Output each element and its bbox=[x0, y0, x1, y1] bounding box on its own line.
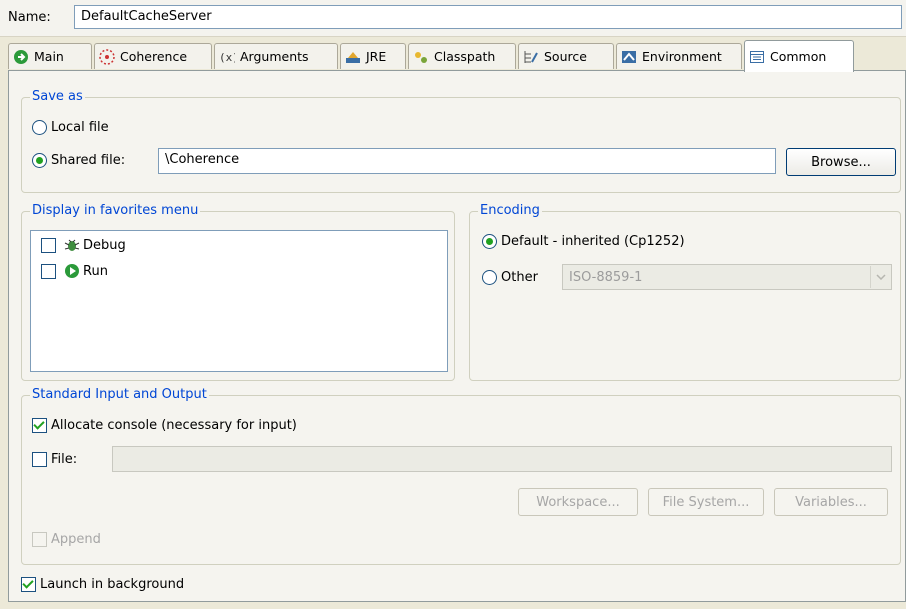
append-label: Append bbox=[51, 532, 101, 547]
tab-label: Main bbox=[34, 49, 64, 64]
append-checkbox[interactable]: Append bbox=[32, 532, 101, 547]
list-item[interactable]: Debug bbox=[41, 237, 126, 253]
encoding-group: Encoding Default - inherited (Cp1252) Ot… bbox=[469, 203, 901, 381]
std-io-title: Standard Input and Output bbox=[30, 387, 209, 402]
tab-environment[interactable]: Environment bbox=[616, 43, 742, 69]
common-tab-panel: Save as Local file Shared file: \Coheren… bbox=[8, 70, 906, 602]
tab-label: Arguments bbox=[240, 49, 309, 64]
save-as-title: Save as bbox=[30, 89, 85, 104]
encoding-other-select[interactable]: ISO-8859-1 bbox=[562, 264, 892, 290]
svg-text:(x): (x) bbox=[219, 51, 235, 64]
file-check bbox=[32, 452, 47, 467]
environment-icon bbox=[621, 49, 637, 65]
append-check bbox=[32, 532, 47, 547]
allocate-console-check bbox=[32, 418, 47, 433]
encoding-default-radio[interactable]: Default - inherited (Cp1252) bbox=[482, 234, 685, 249]
encoding-title: Encoding bbox=[478, 203, 542, 218]
local-file-radio[interactable]: Local file bbox=[32, 120, 109, 135]
shared-file-label: Shared file: bbox=[51, 153, 126, 168]
encoding-default-radio-circle bbox=[482, 234, 497, 249]
main-icon bbox=[13, 49, 29, 65]
arguments-icon: (x) bbox=[219, 49, 239, 65]
launch-background-check bbox=[21, 577, 36, 592]
coherence-icon bbox=[99, 48, 115, 65]
name-row: Name: DefaultCacheServer bbox=[0, 0, 906, 37]
tab-label: Environment bbox=[642, 49, 722, 64]
workspace-button[interactable]: Workspace... bbox=[518, 488, 638, 516]
browse-button[interactable]: Browse... bbox=[786, 148, 896, 176]
tab-label: Source bbox=[544, 49, 587, 64]
tab-label: JRE bbox=[366, 49, 387, 64]
tab-arguments[interactable]: (x) Arguments bbox=[214, 43, 338, 69]
jre-icon bbox=[345, 49, 361, 65]
encoding-other-label: Other bbox=[501, 270, 538, 285]
tab-label: Common bbox=[770, 49, 827, 64]
tab-main[interactable]: Main bbox=[8, 43, 92, 69]
tab-common[interactable]: Common bbox=[744, 40, 854, 72]
encoding-other-radio[interactable]: Other bbox=[482, 270, 538, 285]
file-path-input[interactable] bbox=[112, 446, 892, 472]
debug-checkbox[interactable] bbox=[41, 237, 56, 253]
encoding-other-value: ISO-8859-1 bbox=[569, 269, 643, 285]
encoding-default-label: Default - inherited (Cp1252) bbox=[501, 234, 685, 249]
favorites-title: Display in favorites menu bbox=[30, 203, 201, 218]
launch-background-label: Launch in background bbox=[40, 577, 185, 592]
launch-background-checkbox[interactable]: Launch in background bbox=[21, 577, 184, 592]
source-icon bbox=[523, 49, 539, 65]
run-label: Run bbox=[83, 263, 108, 279]
allocate-console-checkbox[interactable]: Allocate console (necessary for input) bbox=[32, 418, 297, 433]
common-icon bbox=[749, 49, 765, 65]
list-item[interactable]: Run bbox=[41, 263, 108, 279]
allocate-console-label: Allocate console (necessary for input) bbox=[51, 418, 297, 433]
tab-jre[interactable]: JRE bbox=[340, 43, 406, 69]
save-as-group: Save as Local file Shared file: \Coheren… bbox=[21, 89, 901, 193]
tab-classpath[interactable]: Classpath bbox=[408, 43, 516, 69]
shared-file-radio[interactable]: Shared file: bbox=[32, 153, 125, 168]
chevron-down-icon bbox=[870, 266, 891, 288]
tab-label: Classpath bbox=[434, 49, 496, 64]
run-icon bbox=[64, 263, 80, 279]
tab-label: Coherence bbox=[120, 49, 188, 64]
shared-file-radio-circle bbox=[32, 153, 47, 168]
favorites-list: Debug Run bbox=[30, 230, 448, 372]
debug-icon bbox=[64, 237, 80, 253]
tab-source[interactable]: Source bbox=[518, 43, 614, 69]
local-file-label: Local file bbox=[51, 120, 109, 135]
local-file-radio-circle bbox=[32, 120, 47, 135]
name-label: Name: bbox=[8, 10, 51, 25]
tab-bar: Main Coherence (x) Arguments JRE Classpa… bbox=[8, 40, 906, 72]
run-checkbox[interactable] bbox=[41, 263, 56, 279]
favorites-group: Display in favorites menu Debug Run bbox=[21, 203, 455, 381]
shared-file-input[interactable]: \Coherence bbox=[158, 148, 776, 174]
file-system-button[interactable]: File System... bbox=[648, 488, 764, 516]
classpath-icon bbox=[413, 49, 429, 65]
file-checkbox[interactable]: File: bbox=[32, 452, 77, 467]
name-input[interactable]: DefaultCacheServer bbox=[74, 5, 902, 29]
tab-coherence[interactable]: Coherence bbox=[94, 43, 212, 69]
file-label: File: bbox=[51, 452, 78, 467]
debug-label: Debug bbox=[83, 237, 126, 253]
variables-button[interactable]: Variables... bbox=[774, 488, 888, 516]
std-io-group: Standard Input and Output Allocate conso… bbox=[21, 387, 901, 565]
encoding-other-radio-circle bbox=[482, 270, 497, 285]
